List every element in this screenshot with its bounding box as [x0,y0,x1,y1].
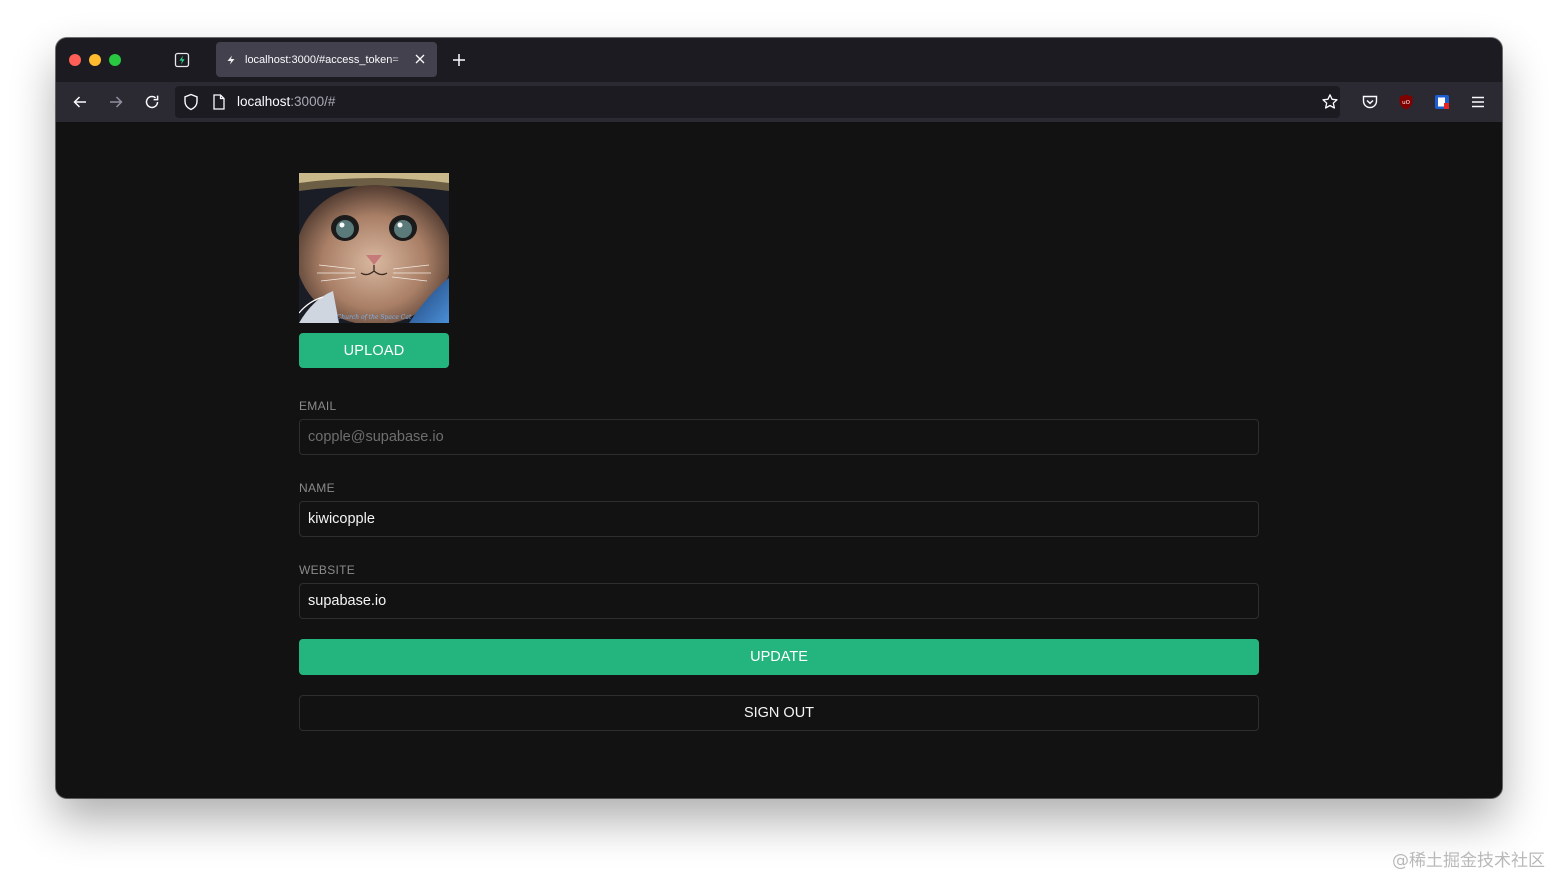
watermark: @稀土掘金技术社区 [1392,851,1545,871]
minimize-window-button[interactable] [89,54,101,66]
ublock-icon[interactable]: uO [1397,93,1415,111]
upload-button[interactable]: UPLOAD [299,333,449,368]
email-value: copple@supabase.io [308,429,444,445]
update-button[interactable]: UPDATE [299,639,1259,675]
tab-bar: localhost:3000/#access_token= [56,38,1502,82]
star-icon[interactable] [1321,93,1339,111]
url-text[interactable]: localhost:3000/# [237,94,335,109]
avatar-caption: Church of the Space Cat [337,314,412,321]
arrow-left-icon[interactable] [71,93,89,111]
zoom-window-button[interactable] [109,54,121,66]
website-value: supabase.io [308,593,387,609]
shield-icon[interactable] [182,93,200,111]
website-label: WEBSITE [299,563,356,577]
url-host: localhost [237,94,291,109]
sign-out-button[interactable]: SIGN OUT [299,695,1259,731]
sidebar-icon[interactable] [174,52,190,68]
url-bar[interactable]: localhost:3000/# [175,86,1340,118]
svg-text:uO: uO [1402,100,1410,106]
reload-icon[interactable] [143,93,161,111]
email-field[interactable]: copple@supabase.io [299,419,1259,455]
tab-active[interactable]: localhost:3000/#access_token= [216,42,437,77]
name-value: kiwicopple [308,511,375,527]
pocket-icon[interactable] [1361,93,1379,111]
close-icon[interactable] [413,52,427,66]
extension-icon[interactable] [1433,93,1451,111]
hamburger-icon[interactable] [1469,93,1487,111]
nav-bar: localhost:3000/# uO [56,82,1502,122]
browser-window: localhost:3000/#access_token= localhost: [56,38,1502,798]
name-field[interactable]: kiwicopple [299,501,1259,537]
page-content: Church of the Space Cat UPLOAD EMAIL cop… [56,122,1502,798]
supabase-icon [226,55,236,65]
url-path: :3000/# [290,94,336,109]
avatar: Church of the Space Cat [299,173,449,323]
arrow-right-icon[interactable] [107,93,125,111]
tab-title: localhost:3000/#access_token= [245,53,399,66]
name-label: NAME [299,481,335,495]
email-label: EMAIL [299,399,337,413]
page-icon [210,93,228,111]
close-window-button[interactable] [69,54,81,66]
website-field[interactable]: supabase.io [299,583,1259,619]
plus-icon[interactable] [451,52,467,68]
